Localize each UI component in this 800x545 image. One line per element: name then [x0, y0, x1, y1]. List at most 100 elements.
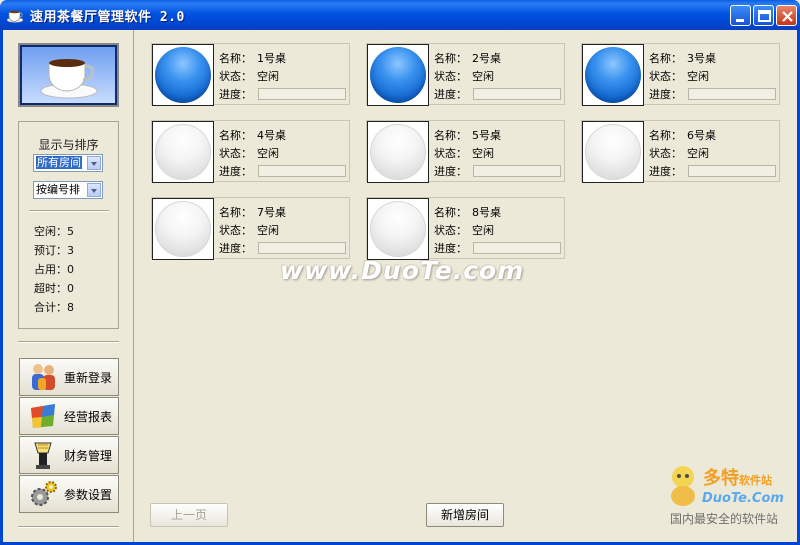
table-status-value: 空闲 — [687, 147, 709, 160]
table-name-label: 名称： — [649, 52, 682, 65]
table-status-icon-frame[interactable] — [152, 198, 214, 260]
table-name-label: 名称： — [434, 129, 467, 142]
table-card[interactable]: 名称： 1号桌 状态： 空闲 进度： — [151, 43, 350, 106]
minimize-button[interactable] — [730, 5, 751, 26]
table-progress: 进度： — [434, 240, 472, 256]
table-name: 名称： 8号桌 — [434, 204, 501, 220]
add-room-button[interactable]: 新增房间 — [426, 503, 504, 527]
prev-page-button[interactable]: 上一页 — [150, 503, 228, 527]
coffee-cup-icon — [40, 59, 97, 99]
table-name: 名称： 2号桌 — [434, 50, 501, 66]
sort-select[interactable]: 按编号排 — [33, 181, 103, 199]
table-status-label: 状态： — [434, 70, 467, 83]
maximize-button[interactable] — [753, 5, 774, 26]
stat-overtime: 超时：0 — [34, 282, 74, 295]
table-progress-label: 进度： — [434, 165, 467, 178]
duote-site: DuoTe.Com — [702, 491, 784, 506]
table-name: 名称： 7号桌 — [219, 204, 286, 220]
table-status-value: 空闲 — [472, 224, 494, 237]
table-status-icon-frame[interactable] — [582, 121, 644, 183]
table-status-icon-frame[interactable] — [152, 44, 214, 106]
table-name-value: 8号桌 — [472, 206, 501, 219]
divider — [18, 341, 119, 343]
table-status-icon-frame[interactable] — [582, 44, 644, 106]
table-status: 状态： 空闲 — [219, 68, 279, 84]
stat-reserved: 预订：3 — [34, 244, 74, 257]
table-card[interactable]: 名称： 8号桌 状态： 空闲进度： — [366, 197, 565, 260]
table-name-label: 名称： — [434, 52, 467, 65]
title-bar: 速用茶餐厅管理软件 2.0 — [0, 0, 800, 30]
table-status-value: 空闲 — [257, 224, 279, 237]
table-card[interactable]: 名称： 6号桌 状态： 空闲 进度： — [581, 120, 780, 183]
table-progress: 进度： — [434, 86, 472, 102]
table-name-value: 3号桌 — [687, 52, 716, 65]
table-status-icon-frame[interactable] — [367, 121, 429, 183]
lamp-icon — [34, 442, 52, 469]
table-card[interactable]: 名称： 7号桌状态： 空闲进度： — [151, 197, 350, 260]
progress-bar — [688, 165, 776, 177]
table-name-label: 名称： — [649, 129, 682, 142]
business-report-button[interactable]: 经营报表 — [19, 397, 119, 435]
maximize-icon — [758, 10, 771, 22]
table-status-label: 状态： — [434, 147, 467, 160]
finance-button[interactable]: 财务管理 — [19, 436, 119, 474]
display-sort-panel: 显示与排序 所有房间 按编号排 空闲：5 预订：3 占用：0 超时：0 合计：8 — [18, 121, 119, 329]
table-card[interactable]: 名称： 3号桌 状态： 空闲 进度： — [581, 43, 780, 106]
table-status-value: 空闲 — [687, 70, 709, 83]
table-name-value: 7号桌 — [257, 206, 286, 219]
table-status-label: 状态： — [219, 147, 252, 160]
table-status: 状态： 空闲 — [649, 145, 709, 161]
white-table-ball-icon — [155, 201, 211, 257]
table-card[interactable]: 名称： 2号桌状态： 空闲进度： — [366, 43, 565, 106]
room-filter-select[interactable]: 所有房间 — [33, 154, 103, 172]
table-card[interactable]: 名称： 5号桌 状态： 空闲 进度： — [366, 120, 565, 183]
table-status-icon-frame[interactable] — [152, 121, 214, 183]
progress-bar — [258, 88, 346, 100]
table-status-label: 状态： — [649, 147, 682, 160]
left-panel: 显示与排序 所有房间 按编号排 空闲：5 预订：3 占用：0 超时：0 合计：8… — [3, 30, 134, 542]
progress-bar — [473, 165, 561, 177]
table-status-label: 状态： — [219, 70, 252, 83]
close-button[interactable] — [776, 5, 797, 26]
table-progress-label: 进度： — [434, 242, 467, 255]
table-status: 状态： 空闲 — [434, 68, 494, 84]
finance-label: 财务管理 — [64, 448, 113, 463]
table-name-label: 名称： — [219, 206, 252, 219]
table-status-icon-frame[interactable] — [367, 44, 429, 106]
divider — [29, 210, 109, 212]
table-name-value: 2号桌 — [472, 52, 501, 65]
table-status-icon-frame[interactable] — [367, 198, 429, 260]
progress-bar — [688, 88, 776, 100]
stat-idle: 空闲：5 — [34, 225, 74, 238]
chart-icon — [31, 404, 55, 428]
table-progress: 进度： — [219, 86, 257, 102]
minimize-icon — [736, 19, 744, 22]
table-card[interactable]: 名称： 4号桌 状态： 空闲 进度： — [151, 120, 350, 183]
dropdown-arrow-icon[interactable] — [87, 156, 101, 170]
table-status: 状态： 空闲 — [219, 222, 279, 238]
table-name: 名称： 3号桌 — [649, 50, 716, 66]
table-progress-label: 进度： — [649, 88, 682, 101]
settings-button[interactable]: 参数设置 — [19, 475, 119, 513]
stat-total: 合计：8 — [34, 301, 74, 314]
table-name: 名称： 6号桌 — [649, 127, 716, 143]
table-progress-label: 进度： — [434, 88, 467, 101]
dropdown-arrow-icon[interactable] — [87, 183, 101, 197]
white-table-ball-icon — [370, 124, 426, 180]
progress-bar — [258, 242, 346, 254]
table-name-label: 名称： — [219, 52, 252, 65]
table-status-value: 空闲 — [257, 147, 279, 160]
blue-table-ball-icon — [370, 47, 426, 103]
table-status: 状态： 空闲 — [219, 145, 279, 161]
sort-value: 按编号排 — [36, 183, 80, 196]
display-sort-title: 显示与排序 — [38, 138, 99, 152]
close-icon — [782, 11, 793, 22]
table-status: 状态： 空闲 — [434, 145, 494, 161]
relogin-button[interactable]: 重新登录 — [19, 358, 119, 396]
table-name-value: 6号桌 — [687, 129, 716, 142]
room-filter-value: 所有房间 — [36, 156, 82, 169]
progress-bar — [473, 242, 561, 254]
table-status: 状态： 空闲 — [434, 222, 494, 238]
table-progress: 进度： — [219, 240, 257, 256]
teacup-icon — [6, 10, 24, 23]
